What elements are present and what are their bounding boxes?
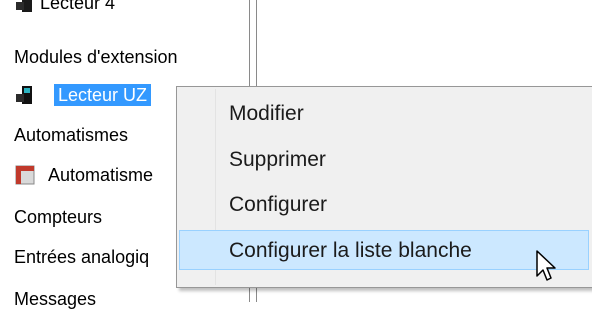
automation-icon (15, 165, 35, 185)
mouse-cursor-icon (536, 250, 556, 281)
tree-item-label: Entrées analogiq (14, 247, 150, 267)
tree-item-lecteur-uz[interactable]: Lecteur UZ (0, 84, 200, 106)
menu-item-supprimer[interactable]: Supprimer (179, 140, 589, 180)
tree-item-label: Modules d'extension (14, 47, 178, 67)
tree-item-automatisme[interactable]: Automatisme (0, 164, 200, 188)
tree-item-label: Compteurs (14, 207, 103, 227)
menu-item-label: Configurer (229, 193, 328, 216)
menu-item-configurer-liste-blanche[interactable]: Configurer la liste blanche (179, 230, 589, 270)
tree-item-label: Lecteur UZ (54, 84, 152, 106)
menu-item-label: Supprimer (229, 148, 326, 171)
tree-item-label: Automatisme (48, 165, 154, 185)
context-menu: Modifier Supprimer Configurer Configurer… (176, 86, 592, 288)
menu-item-configurer[interactable]: Configurer (179, 185, 589, 225)
tree-item-lecteur-4[interactable]: Lecteur 4 (0, 0, 200, 14)
menu-item-label: Modifier (229, 102, 304, 125)
menu-item-label: Configurer la liste blanche (229, 239, 472, 262)
menu-item-modifier[interactable]: Modifier (179, 94, 589, 134)
tree-item-label: Lecteur 4 (40, 0, 116, 13)
reader-icon (16, 86, 32, 104)
tree-item-label: Messages (14, 289, 97, 309)
reader-icon (16, 0, 32, 12)
tree-item-label: Automatismes (14, 125, 129, 145)
